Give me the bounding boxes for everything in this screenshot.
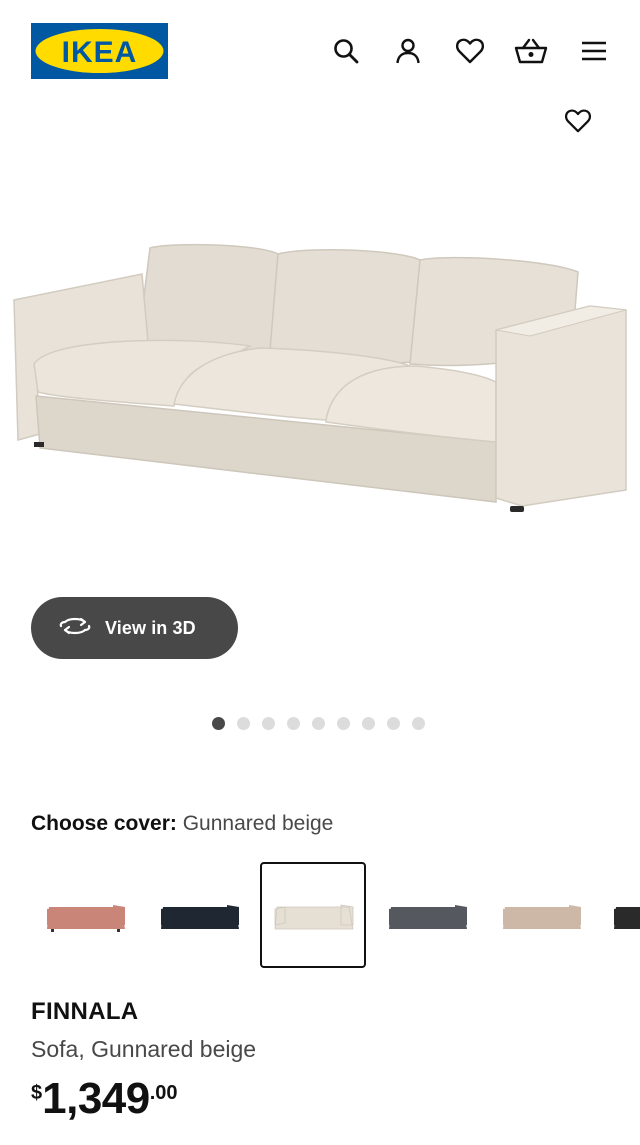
site-header: IKEA (0, 0, 640, 100)
gallery-dot[interactable] (337, 716, 350, 730)
cover-swatch-option[interactable] (374, 862, 480, 968)
view-in-3d-button[interactable]: View in 3D (31, 597, 238, 659)
gallery-dot[interactable] (387, 716, 400, 730)
ikea-logo[interactable]: IKEA (31, 23, 168, 79)
save-to-favourites-icon[interactable] (560, 103, 596, 139)
view-in-3d-label: View in 3D (105, 617, 196, 638)
cover-swatch-list (0, 860, 640, 970)
product-description: Sofa, Gunnared beige (31, 1036, 257, 1062)
rotate-3d-icon (59, 615, 91, 642)
gallery-dot[interactable] (237, 716, 250, 730)
gallery-dot[interactable] (312, 716, 325, 730)
cover-swatch-option[interactable] (146, 862, 252, 968)
menu-icon[interactable] (575, 32, 613, 70)
cover-swatch-option[interactable] (602, 862, 640, 968)
product-price: $1,349.00 (31, 1074, 178, 1124)
gallery-pagination (212, 716, 425, 730)
choose-cover-value: Gunnared beige (182, 812, 334, 835)
gallery-dot[interactable] (287, 716, 300, 730)
cover-swatch-option[interactable] (488, 862, 594, 968)
price-currency: $ (31, 1082, 43, 1104)
cover-swatch-option-selected[interactable] (260, 862, 366, 968)
svg-text:IKEA: IKEA (62, 36, 138, 69)
favourites-icon[interactable] (451, 32, 489, 70)
account-icon[interactable] (389, 32, 427, 70)
choose-cover-label: Choose cover: (31, 812, 177, 835)
gallery-dot[interactable] (212, 716, 225, 730)
sofa-product-image (10, 236, 632, 518)
price-decimal: .00 (149, 1082, 178, 1104)
cover-swatch-option[interactable] (32, 862, 138, 968)
gallery-dot[interactable] (362, 716, 375, 730)
gallery-dot[interactable] (262, 716, 275, 730)
search-icon[interactable] (327, 32, 365, 70)
choose-cover-heading: Choose cover: Gunnared beige (31, 812, 333, 836)
gallery-dot[interactable] (412, 716, 425, 730)
cart-icon[interactable] (512, 32, 550, 70)
product-name: FINNALA (31, 998, 139, 1025)
price-whole: 1,349 (42, 1074, 150, 1123)
